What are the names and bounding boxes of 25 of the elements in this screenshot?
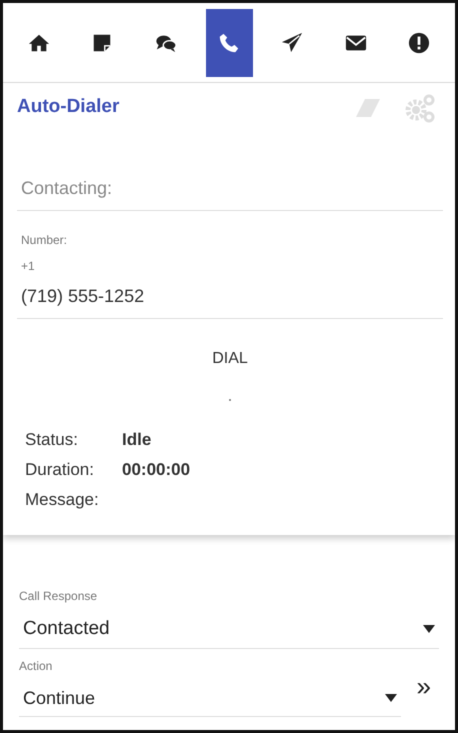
- note-icon: [91, 32, 114, 54]
- caret-icon: [423, 625, 435, 634]
- panel-title: Auto-Dialer: [17, 95, 120, 119]
- call-response-label: Call Response: [19, 588, 98, 605]
- phone-icon: [218, 32, 240, 54]
- call-response-select[interactable]: Contacted: [19, 613, 439, 648]
- action-label: Action: [19, 658, 54, 674]
- detail-value: 00:00:00: [122, 459, 190, 481]
- next-button[interactable]: »: [408, 672, 439, 698]
- caret-icon: [384, 694, 397, 702]
- number-field[interactable]: Number: +1 (719) 555-1252: [17, 227, 443, 319]
- paper-plane-icon: [281, 32, 304, 54]
- contacting-field[interactable]: Contacting:: [17, 171, 443, 211]
- exclamation-icon: [408, 32, 430, 54]
- detail-label: Message:: [25, 489, 100, 511]
- home-icon: [28, 32, 50, 54]
- dial-button[interactable]: DIAL: [202, 343, 258, 375]
- phone-number: (719) 555-1252: [21, 285, 146, 308]
- number-label: Number:: [21, 232, 68, 249]
- country-code: +1: [21, 258, 36, 275]
- detail-label: Status:: [25, 429, 79, 451]
- detail-label: Duration:: [25, 459, 95, 481]
- nav-tab[interactable]: [206, 9, 252, 77]
- detail-value: Idle: [122, 429, 152, 451]
- action-select[interactable]: Continue: [19, 682, 401, 716]
